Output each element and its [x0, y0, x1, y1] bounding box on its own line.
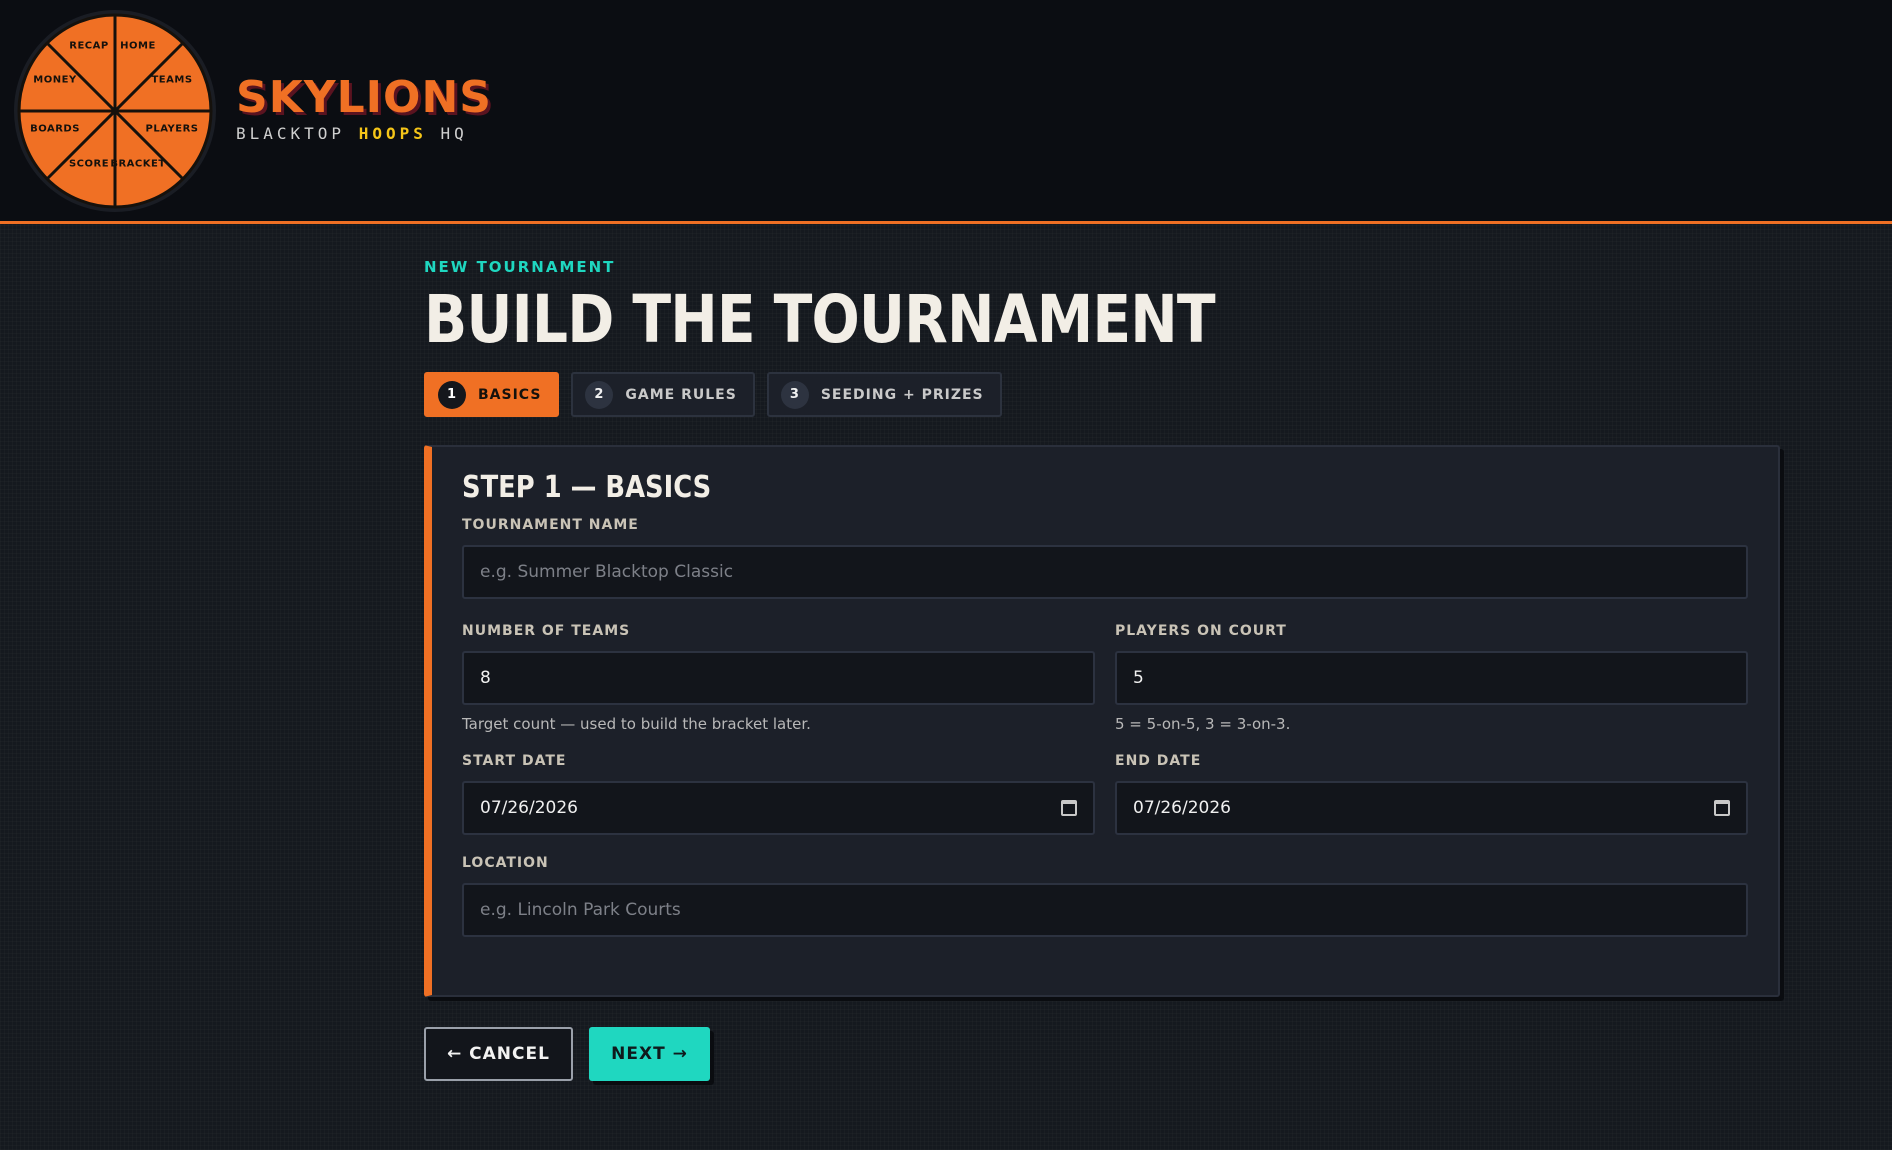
- players-on-court-hint: 5 = 5-on-5, 3 = 3-on-3.: [1115, 715, 1291, 733]
- brand-logo[interactable]: SKYLIONS BLACKTOP HOOPS HQ: [236, 72, 492, 144]
- num-teams-input[interactable]: 8: [462, 651, 1095, 705]
- nav-wheel: RECAP HOME MONEY TEAMS BOARDS PLAYERS SC…: [10, 6, 220, 216]
- num-teams-group: NUMBER OF TEAMS 8 Target count — used to…: [462, 623, 1095, 733]
- step-number: 1: [438, 380, 466, 409]
- tournament-name-placeholder: e.g. Summer Blacktop Classic: [480, 562, 734, 582]
- num-teams-value: 8: [480, 668, 491, 688]
- step-tab-game-rules[interactable]: 2 GAME RULES: [571, 372, 755, 417]
- start-date-input[interactable]: 07/26/2026: [462, 781, 1095, 835]
- page-title: BUILD THE TOURNAMENT: [424, 281, 1216, 358]
- basics-form-card: STEP 1 — BASICS TOURNAMENT NAME e.g. Sum…: [424, 445, 1780, 997]
- teams-players-row: NUMBER OF TEAMS 8 Target count — used to…: [462, 623, 1748, 733]
- step-label: BASICS: [478, 386, 542, 403]
- calendar-icon[interactable]: [1061, 800, 1077, 816]
- main-content: NEW TOURNAMENT BUILD THE TOURNAMENT 1 BA…: [424, 258, 1780, 1081]
- nav-teams[interactable]: TEAMS: [151, 75, 192, 86]
- tagline-post: HQ: [440, 124, 468, 143]
- step-tabs: 1 BASICS 2 GAME RULES 3 SEEDING + PRIZES: [424, 372, 1780, 417]
- top-bar: RECAP HOME MONEY TEAMS BOARDS PLAYERS SC…: [0, 0, 1892, 224]
- tournament-name-label: TOURNAMENT NAME: [462, 517, 639, 533]
- cancel-button[interactable]: ← CANCEL: [424, 1027, 573, 1081]
- num-teams-hint: Target count — used to build the bracket…: [462, 715, 811, 733]
- nav-recap[interactable]: RECAP: [69, 41, 108, 52]
- dates-row: START DATE 07/26/2026 END DATE 07/26/202…: [462, 753, 1748, 835]
- nav-home[interactable]: HOME: [120, 41, 156, 52]
- tournament-name-group: TOURNAMENT NAME e.g. Summer Blacktop Cla…: [462, 517, 1748, 599]
- next-button[interactable]: NEXT →: [589, 1027, 710, 1081]
- players-on-court-input[interactable]: 5: [1115, 651, 1748, 705]
- location-label: LOCATION: [462, 855, 549, 871]
- nav-bracket[interactable]: BRACKET: [110, 159, 165, 170]
- nav-boards[interactable]: BOARDS: [30, 124, 80, 135]
- players-on-court-group: PLAYERS ON COURT 5 5 = 5-on-5, 3 = 3-on-…: [1115, 623, 1748, 733]
- end-date-input[interactable]: 07/26/2026: [1115, 781, 1748, 835]
- step-tab-seeding-prizes[interactable]: 3 SEEDING + PRIZES: [766, 372, 1002, 417]
- tournament-name-input[interactable]: e.g. Summer Blacktop Classic: [462, 545, 1748, 599]
- players-on-court-label: PLAYERS ON COURT: [1115, 623, 1287, 639]
- location-group: LOCATION e.g. Lincoln Park Courts: [462, 855, 1748, 937]
- location-input[interactable]: e.g. Lincoln Park Courts: [462, 883, 1748, 937]
- calendar-icon[interactable]: [1714, 800, 1730, 816]
- num-teams-label: NUMBER OF TEAMS: [462, 623, 631, 639]
- step-number: 2: [585, 380, 614, 409]
- start-date-group: START DATE 07/26/2026: [462, 753, 1095, 835]
- start-date-label: START DATE: [462, 753, 567, 769]
- tagline-pre: BLACKTOP: [236, 124, 346, 143]
- players-on-court-value: 5: [1133, 668, 1144, 688]
- nav-money[interactable]: MONEY: [33, 75, 76, 86]
- basketball-icon: [14, 10, 216, 212]
- nav-score[interactable]: SCORE: [69, 159, 109, 170]
- step-label: SEEDING + PRIZES: [820, 386, 984, 403]
- form-title: STEP 1 — BASICS: [462, 470, 712, 505]
- tagline-highlight: HOOPS: [358, 124, 427, 143]
- location-placeholder: e.g. Lincoln Park Courts: [480, 900, 681, 920]
- start-date-value: 07/26/2026: [480, 798, 578, 818]
- step-number: 3: [780, 380, 809, 409]
- end-date-label: END DATE: [1115, 753, 1202, 769]
- nav-players[interactable]: PLAYERS: [146, 124, 199, 135]
- form-actions: ← CANCEL NEXT →: [424, 1027, 1780, 1081]
- page-eyebrow: NEW TOURNAMENT: [424, 258, 616, 276]
- end-date-group: END DATE 07/26/2026: [1115, 753, 1748, 835]
- end-date-value: 07/26/2026: [1133, 798, 1231, 818]
- brand-tagline: BLACKTOP HOOPS HQ: [236, 124, 492, 143]
- step-label: GAME RULES: [625, 386, 737, 403]
- brand-name: SKYLIONS: [236, 72, 492, 123]
- step-tab-basics[interactable]: 1 BASICS: [424, 372, 560, 417]
